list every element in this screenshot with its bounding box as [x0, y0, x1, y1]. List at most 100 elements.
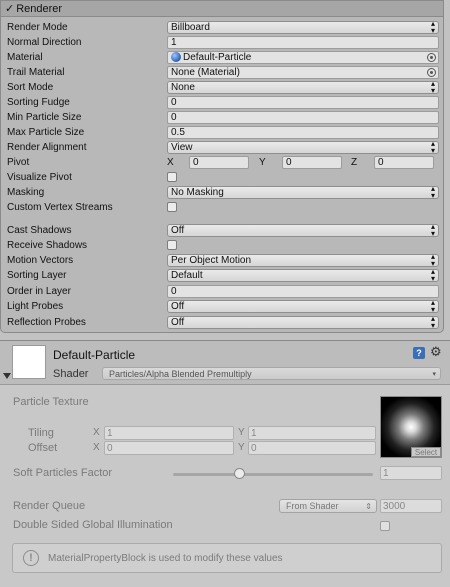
pivot-z-label: Z [351, 156, 358, 168]
chevron-updown-icon: ▴ ▾ [430, 19, 435, 35]
info-icon: ! [23, 550, 39, 566]
value-pivot-y: 0 [286, 156, 292, 168]
value-max-particle-size: 0.5 [171, 126, 185, 138]
row-normal-direction: Normal Direction 1 [1, 35, 443, 49]
checkbox-visualize-pivot[interactable] [167, 172, 177, 182]
label-sort-mode: Sort Mode [7, 81, 54, 93]
row-sorting-layer: Sorting Layer Default ▴ ▾ [1, 267, 443, 283]
input-order-in-layer[interactable]: 0 [167, 284, 439, 298]
material-sphere-icon [171, 52, 181, 62]
input-tiling-x[interactable]: 1 [104, 426, 234, 440]
input-pivot-z[interactable]: 0 [374, 155, 434, 169]
row-masking: Masking No Masking ▴ ▾ [1, 184, 443, 200]
chevron-updown-icon: ▴ ▾ [430, 252, 435, 268]
checkbox-custom-vertex-streams[interactable] [167, 202, 177, 212]
dropdown-render-alignment[interactable]: View ▴ ▾ [167, 139, 439, 155]
offset-y-label: Y [238, 442, 245, 453]
gear-icon[interactable]: ⚙ [430, 344, 442, 360]
label-visualize-pivot: Visualize Pivot [7, 171, 72, 183]
row-render-mode: Render Mode Billboard ▴ ▾ [1, 19, 443, 35]
label-masking: Masking [7, 186, 45, 198]
value-offset-x: 0 [107, 442, 113, 454]
value-render-alignment: View [171, 141, 193, 153]
value-offset-y: 0 [251, 442, 257, 454]
label-pivot: Pivot [7, 156, 30, 168]
select-texture-button[interactable]: Select [411, 447, 441, 457]
material-panel: Default-Particle ? ⚙ Shader Particles/Al… [0, 340, 450, 587]
value-tiling-y: 1 [251, 427, 257, 439]
foldout-arrow-icon[interactable] [3, 373, 11, 379]
offset-x-label: X [93, 442, 100, 453]
renderer-enabled-checkmark-icon[interactable]: ✓ [5, 2, 14, 15]
help-book-icon[interactable]: ? [413, 347, 425, 359]
chevron-updown-icon: ▴ ▾ [430, 267, 435, 283]
input-render-queue[interactable]: 3000 [380, 499, 442, 513]
row-reflection-probes: Reflection Probes Off ▴ ▾ [1, 314, 443, 330]
label-receive-shadows: Receive Shadows [7, 239, 88, 251]
checkbox-receive-shadows[interactable] [167, 240, 177, 250]
row-motion-vectors: Motion Vectors Per Object Motion ▴ ▾ [1, 252, 443, 268]
value-render-queue: 3000 [383, 500, 406, 512]
dropdown-reflection-probes[interactable]: Off ▴ ▾ [167, 314, 439, 330]
label-light-probes: Light Probes [7, 300, 64, 312]
label-sorting-fudge: Sorting Fudge [7, 96, 70, 108]
value-reflection-probes: Off [171, 316, 185, 328]
input-offset-y[interactable]: 0 [248, 441, 376, 455]
soft-particles-slider-track[interactable] [173, 473, 373, 476]
input-max-particle-size[interactable]: 0.5 [167, 125, 439, 139]
particle-texture-preview[interactable]: Select [380, 396, 442, 458]
row-sort-mode: Sort Mode None ▴ ▾ [1, 79, 443, 95]
value-normal-direction: 1 [171, 36, 177, 48]
dropdown-masking[interactable]: No Masking ▴ ▾ [167, 184, 439, 200]
renderer-header[interactable]: ✓ Renderer [1, 1, 443, 17]
render-queue-dropdown[interactable]: From Shader ⇕ [279, 499, 377, 513]
value-masking: No Masking [171, 186, 224, 198]
double-sided-gi-label: Double Sided Global Illumination [13, 519, 173, 531]
pivot-y-label: Y [259, 156, 266, 168]
label-reflection-probes: Reflection Probes [7, 316, 86, 328]
label-order-in-layer: Order in Layer [7, 285, 71, 297]
object-field-material[interactable]: Default-Particle [167, 50, 439, 64]
row-min-particle-size: Min Particle Size 0 [1, 110, 443, 124]
chevron-updown-icon: ▴ ▾ [430, 184, 435, 200]
dropdown-light-probes[interactable]: Off ▴ ▾ [167, 299, 439, 314]
label-normal-direction: Normal Direction [7, 36, 82, 48]
input-pivot-y[interactable]: 0 [282, 155, 342, 169]
chevron-updown-icon: ⇕ [365, 501, 372, 511]
value-soft-particles: 1 [383, 467, 389, 479]
dropdown-sorting-layer[interactable]: Default ▴ ▾ [167, 267, 439, 283]
dropdown-sort-mode[interactable]: None ▴ ▾ [167, 79, 439, 95]
label-min-particle-size: Min Particle Size [7, 111, 82, 123]
input-offset-x[interactable]: 0 [104, 441, 234, 455]
shader-dropdown[interactable]: Particles/Alpha Blended Premultiply ▾ [102, 367, 441, 380]
value-pivot-x: 0 [193, 156, 199, 168]
label-sorting-layer: Sorting Layer [7, 269, 67, 281]
pivot-x-label: X [167, 156, 174, 168]
material-thumbnail [12, 345, 46, 379]
soft-particles-slider-thumb[interactable] [233, 468, 245, 479]
value-cast-shadows: Off [171, 224, 185, 236]
row-light-probes: Light Probes Off ▴ ▾ [1, 299, 443, 314]
input-pivot-x[interactable]: 0 [189, 155, 249, 169]
value-motion-vectors: Per Object Motion [171, 254, 252, 266]
chevron-updown-icon: ▴ ▾ [430, 79, 435, 95]
input-tiling-y[interactable]: 1 [248, 426, 376, 440]
input-normal-direction[interactable]: 1 [167, 35, 439, 49]
object-field-trail-material[interactable]: None (Material) [167, 65, 439, 79]
dropdown-motion-vectors[interactable]: Per Object Motion ▴ ▾ [167, 252, 439, 268]
soft-particles-label: Soft Particles Factor [13, 467, 113, 479]
dropdown-render-mode[interactable]: Billboard ▴ ▾ [167, 19, 439, 35]
input-min-particle-size[interactable]: 0 [167, 110, 439, 124]
input-sorting-fudge[interactable]: 0 [167, 95, 439, 109]
chevron-updown-icon: ▴ ▾ [430, 314, 435, 330]
object-picker-icon[interactable] [427, 52, 436, 62]
dropdown-cast-shadows[interactable]: Off ▴ ▾ [167, 223, 439, 238]
value-trail-material: None (Material) [171, 66, 240, 78]
chevron-updown-icon: ▴ ▾ [430, 139, 435, 155]
object-picker-icon[interactable] [427, 67, 436, 77]
render-queue-mode: From Shader [286, 501, 339, 511]
input-soft-particles[interactable]: 1 [380, 466, 442, 480]
checkbox-double-sided-gi[interactable] [380, 521, 390, 531]
value-sort-mode: None [171, 81, 195, 93]
renderer-panel: ✓ Renderer Render Mode Billboard ▴ ▾ Norm… [0, 0, 444, 333]
